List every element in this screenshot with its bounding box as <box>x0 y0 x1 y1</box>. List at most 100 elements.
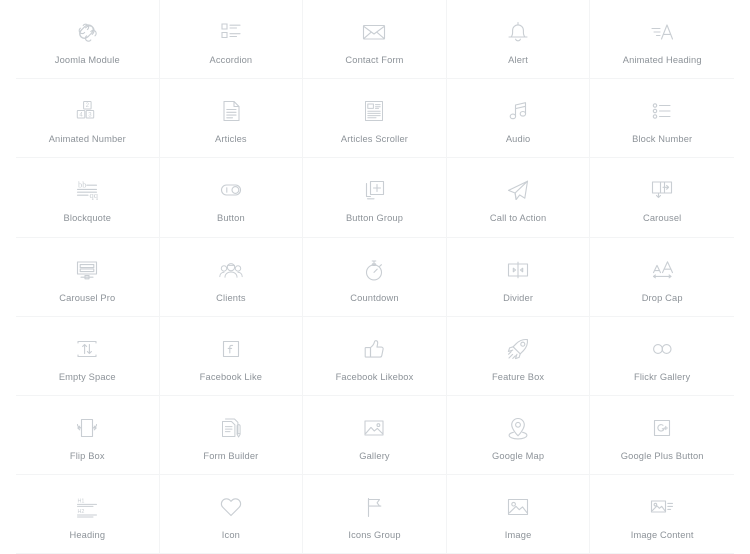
element-tile[interactable]: Feature Box <box>447 317 591 396</box>
element-tile[interactable]: Icon <box>160 475 304 554</box>
element-tile[interactable]: Flickr Gallery <box>590 317 734 396</box>
joomla-icon <box>70 16 104 48</box>
quote-lines-icon: bb qq <box>70 174 104 206</box>
toggle-switch-icon <box>214 174 248 206</box>
element-tile[interactable]: Audio <box>447 79 591 158</box>
document-lines-icon <box>214 95 248 127</box>
element-tile[interactable]: Flip Box <box>16 396 160 475</box>
element-tile-label: Countdown <box>350 293 398 304</box>
up-down-arrows-box-icon <box>70 333 104 365</box>
element-tile[interactable]: Contact Form <box>303 0 447 79</box>
element-tile[interactable]: Clients <box>160 238 304 317</box>
element-tile[interactable]: Carousel <box>590 158 734 237</box>
element-tile[interactable]: Call to Action <box>447 158 591 237</box>
element-tile-label: Facebook Likebox <box>336 372 414 383</box>
element-tile[interactable]: Google Plus Button <box>590 396 734 475</box>
element-tile-label: Image <box>505 530 532 541</box>
element-tile[interactable]: Form Builder <box>160 396 304 475</box>
svg-text:2: 2 <box>86 103 90 109</box>
element-tile-label: Joomla Module <box>55 55 120 66</box>
element-tile-label: Contact Form <box>345 55 403 66</box>
people-group-icon <box>214 254 248 286</box>
element-tile-label: Drop Cap <box>642 293 683 304</box>
thumbs-up-icon <box>357 333 391 365</box>
element-tile-label: Google Plus Button <box>621 451 704 462</box>
envelope-icon <box>357 16 391 48</box>
element-tile-label: Image Content <box>631 530 694 541</box>
element-tile-label: Icons Group <box>348 530 400 541</box>
element-tile-label: Flickr Gallery <box>634 372 690 383</box>
paper-plane-icon <box>501 174 535 206</box>
element-tile[interactable]: Button <box>160 158 304 237</box>
number-blocks-icon: 2 4 3 <box>70 95 104 127</box>
bullet-list-circles-icon <box>645 95 679 127</box>
map-pin-icon <box>501 412 535 444</box>
rocket-icon <box>501 333 535 365</box>
element-tile[interactable]: Accordion <box>160 0 304 79</box>
element-tile-label: Gallery <box>359 451 390 462</box>
divider-arrows-icon <box>501 254 535 286</box>
image-icon <box>501 491 535 523</box>
element-tile-label: Carousel <box>643 213 681 224</box>
element-tile[interactable]: Block Number <box>590 79 734 158</box>
element-tile[interactable]: Articles <box>160 79 304 158</box>
element-tile[interactable]: Countdown <box>303 238 447 317</box>
element-tile-label: Blockquote <box>64 213 112 224</box>
element-tile[interactable]: Google Map <box>447 396 591 475</box>
element-tile-label: Divider <box>503 293 533 304</box>
flip-box-icon <box>70 412 104 444</box>
element-tile-label: Google Map <box>492 451 544 462</box>
element-tile[interactable]: Animated Heading <box>590 0 734 79</box>
svg-text:H2: H2 <box>78 509 85 515</box>
element-tile-label: Accordion <box>210 55 253 66</box>
google-plus-square-icon <box>645 412 679 444</box>
element-tile[interactable]: Facebook Like <box>160 317 304 396</box>
svg-text:bb: bb <box>78 180 87 190</box>
element-tile-label: Articles Scroller <box>341 134 408 145</box>
element-tile-label: Heading <box>69 530 105 541</box>
element-tile-label: Animated Heading <box>623 55 702 66</box>
element-tile-label: Clients <box>216 293 245 304</box>
element-library-grid: Joomla Module Accordion Contact Form Ale… <box>0 0 750 551</box>
element-tile[interactable]: Icons Group <box>303 475 447 554</box>
element-tile[interactable]: Image <box>447 475 591 554</box>
element-tile-label: Alert <box>508 55 528 66</box>
element-tile[interactable]: Facebook Likebox <box>303 317 447 396</box>
heart-icon <box>214 491 248 523</box>
element-tile-label: Call to Action <box>490 213 546 224</box>
form-pen-icon <box>214 412 248 444</box>
accordion-icon <box>214 16 248 48</box>
two-circles-icon <box>645 333 679 365</box>
element-tile-label: Audio <box>506 134 531 145</box>
element-tile[interactable]: Empty Space <box>16 317 160 396</box>
svg-text:3: 3 <box>89 113 93 119</box>
element-tile[interactable]: Drop Cap <box>590 238 734 317</box>
element-tile[interactable]: Alert <box>447 0 591 79</box>
element-tile[interactable]: Carousel Pro <box>16 238 160 317</box>
element-tile-label: Facebook Like <box>200 372 262 383</box>
svg-text:4: 4 <box>80 113 84 119</box>
element-tile[interactable]: Divider <box>447 238 591 317</box>
element-tile[interactable]: bb qq Blockquote <box>16 158 160 237</box>
element-tile[interactable]: Articles Scroller <box>303 79 447 158</box>
element-tile[interactable]: Button Group <box>303 158 447 237</box>
image-text-icon <box>645 491 679 523</box>
element-tile-label: Carousel Pro <box>59 293 115 304</box>
stopwatch-icon <box>357 254 391 286</box>
plus-square-group-icon <box>357 174 391 206</box>
music-note-icon <box>501 95 535 127</box>
element-tile-label: Icon <box>222 530 240 541</box>
carousel-slide-icon <box>645 174 679 206</box>
element-tile[interactable]: Joomla Module <box>16 0 160 79</box>
element-tile[interactable]: Gallery <box>303 396 447 475</box>
element-tile[interactable]: Image Content <box>590 475 734 554</box>
svg-text:H1: H1 <box>78 499 85 505</box>
picture-frame-icon <box>357 412 391 444</box>
element-tile[interactable]: H1 H2 Heading <box>16 475 160 554</box>
element-tile-label: Animated Number <box>49 134 126 145</box>
facebook-square-icon <box>214 333 248 365</box>
element-tile-label: Form Builder <box>203 451 258 462</box>
element-tile[interactable]: 2 4 3 Animated Number <box>16 79 160 158</box>
element-tile-label: Flip Box <box>70 451 105 462</box>
element-tile-label: Button Group <box>346 213 403 224</box>
